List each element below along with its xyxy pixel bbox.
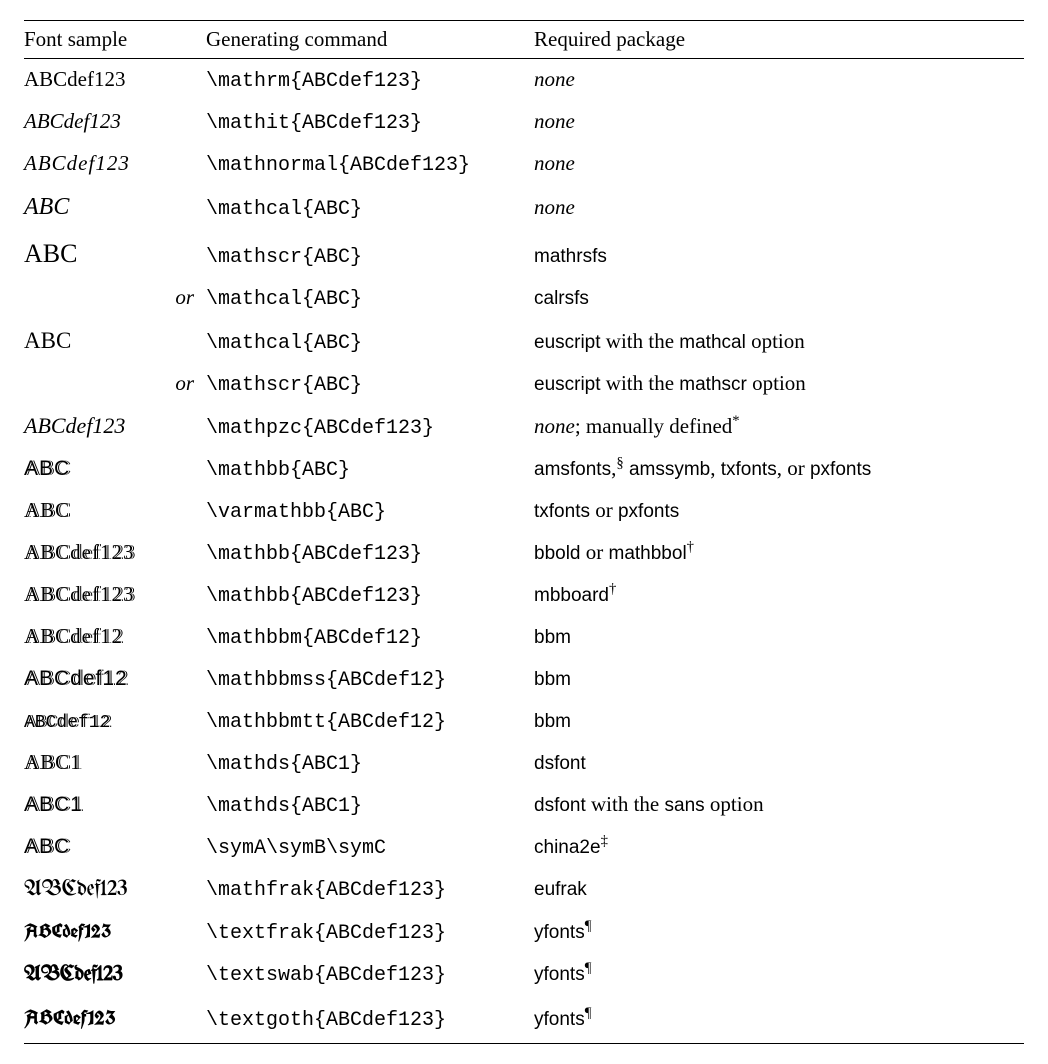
required-package: euscript with the mathscr option <box>534 363 1024 405</box>
font-sample: ABCdef123 <box>24 143 206 185</box>
table-row: ABC1\mathds{ABC1}dsfont with the sans op… <box>24 784 1024 826</box>
required-package: bbold or mathbbol† <box>534 532 1024 574</box>
table-row: ABCdef123\mathfrak{ABCdef123}eufrak <box>24 868 1024 911</box>
table-row: ABCdef123\mathit{ABCdef123}none <box>24 101 1024 143</box>
required-package: txfonts or pxfonts <box>534 490 1024 532</box>
or-label: or <box>24 363 206 405</box>
required-package: mathrsfs <box>534 230 1024 278</box>
generating-command: \mathbbmtt{ABCdef12} <box>206 700 534 742</box>
required-package: amsfonts,§ amssymb, txfonts, or pxfonts <box>534 448 1024 490</box>
required-package: eufrak <box>534 868 1024 911</box>
header-package: Required package <box>534 21 1024 59</box>
font-sample: ABC <box>24 448 206 490</box>
required-package: none <box>534 185 1024 230</box>
font-sample: ABCdef123 <box>24 532 206 574</box>
font-sample: ABC <box>24 826 206 868</box>
table-row: ABCdef123\mathrm{ABCdef123}none <box>24 59 1024 102</box>
required-package: dsfont <box>534 742 1024 784</box>
generating-command: \textswab{ABCdef123} <box>206 953 534 996</box>
generating-command: \textfrak{ABCdef123} <box>206 911 534 953</box>
table-row: or\mathcal{ABC}calrsfs <box>24 277 1024 319</box>
table-row: ABC\varmathbb{ABC}txfonts or pxfonts <box>24 490 1024 532</box>
font-sample: ABC1 <box>24 784 206 826</box>
required-package: euscript with the mathcal option <box>534 319 1024 363</box>
required-package: none <box>534 59 1024 102</box>
generating-command: \textgoth{ABCdef123} <box>206 997 534 1044</box>
font-sample: ABCdef123 <box>24 405 206 448</box>
generating-command: \mathbbmss{ABCdef12} <box>206 658 534 700</box>
font-sample: ABC <box>24 230 206 278</box>
generating-command: \varmathbb{ABC} <box>206 490 534 532</box>
required-package: none <box>534 143 1024 185</box>
font-sample: ABC <box>24 185 206 230</box>
table-row: ABC\mathcal{ABC}none <box>24 185 1024 230</box>
font-sample: ABCdef123 <box>24 911 206 953</box>
generating-command: \mathit{ABCdef123} <box>206 101 534 143</box>
font-sample: ABCdef12 <box>24 616 206 658</box>
required-package: bbm <box>534 616 1024 658</box>
generating-command: \mathfrak{ABCdef123} <box>206 868 534 911</box>
font-sample: ABCdef123 <box>24 101 206 143</box>
required-package: yfonts¶ <box>534 997 1024 1044</box>
required-package: mbboard† <box>534 574 1024 616</box>
generating-command: \mathbb{ABCdef123} <box>206 532 534 574</box>
required-package: dsfont with the sans option <box>534 784 1024 826</box>
generating-command: \symA\symB\symC <box>206 826 534 868</box>
generating-command: \mathnormal{ABCdef123} <box>206 143 534 185</box>
required-package: none <box>534 101 1024 143</box>
font-sample: ABCdef123 <box>24 59 206 102</box>
required-package: none; manually defined* <box>534 405 1024 448</box>
math-alphabets-table: Font sample Generating command Required … <box>24 20 1024 1044</box>
generating-command: \mathcal{ABC} <box>206 185 534 230</box>
generating-command: \mathbb{ABC} <box>206 448 534 490</box>
generating-command: \mathscr{ABC} <box>206 230 534 278</box>
generating-command: \mathbbm{ABCdef12} <box>206 616 534 658</box>
table-row: ABC1\mathds{ABC1}dsfont <box>24 742 1024 784</box>
or-label: or <box>24 277 206 319</box>
generating-command: \mathbb{ABCdef123} <box>206 574 534 616</box>
table-row: ABC\mathscr{ABC}mathrsfs <box>24 230 1024 278</box>
required-package: china2e‡ <box>534 826 1024 868</box>
font-sample: ABC <box>24 319 206 363</box>
header-command: Generating command <box>206 21 534 59</box>
generating-command: \mathds{ABC1} <box>206 784 534 826</box>
generating-command: \mathcal{ABC} <box>206 319 534 363</box>
required-package: bbm <box>534 700 1024 742</box>
generating-command: \mathrm{ABCdef123} <box>206 59 534 102</box>
header-sample: Font sample <box>24 21 206 59</box>
table-row: ABCdef12\mathbbmss{ABCdef12}bbm <box>24 658 1024 700</box>
table-row: ABCdef123\textfrak{ABCdef123}yfonts¶ <box>24 911 1024 953</box>
table-row: ABCdef123\textgoth{ABCdef123}yfonts¶ <box>24 997 1024 1044</box>
required-package: yfonts¶ <box>534 953 1024 996</box>
table-row: ABC\mathbb{ABC}amsfonts,§ amssymb, txfon… <box>24 448 1024 490</box>
required-package: calrsfs <box>534 277 1024 319</box>
generating-command: \mathds{ABC1} <box>206 742 534 784</box>
generating-command: \mathpzc{ABCdef123} <box>206 405 534 448</box>
font-sample: ABCdef123 <box>24 868 206 911</box>
table-row: ABCdef123\mathnormal{ABCdef123}none <box>24 143 1024 185</box>
font-sample: ABCdef123 <box>24 997 206 1044</box>
table-row: ABCdef123\mathbb{ABCdef123}mbboard† <box>24 574 1024 616</box>
required-package: bbm <box>534 658 1024 700</box>
generating-command: \mathcal{ABC} <box>206 277 534 319</box>
table-row: ABC\mathcal{ABC}euscript with the mathca… <box>24 319 1024 363</box>
table-row: ABCdef123\mathpzc{ABCdef123}none; manual… <box>24 405 1024 448</box>
table-row: ABC\symA\symB\symCchina2e‡ <box>24 826 1024 868</box>
generating-command: \mathscr{ABC} <box>206 363 534 405</box>
font-sample: ABCdef12 <box>24 658 206 700</box>
font-sample: ABCdef123 <box>24 574 206 616</box>
font-sample: ABC1 <box>24 742 206 784</box>
table-row: or\mathscr{ABC}euscript with the mathscr… <box>24 363 1024 405</box>
table-row: ABCdef12\mathbbmtt{ABCdef12}bbm <box>24 700 1024 742</box>
font-sample: ABC <box>24 490 206 532</box>
table-body: ABCdef123\mathrm{ABCdef123}noneABCdef123… <box>24 59 1024 1044</box>
font-sample: ABCdef12 <box>24 700 206 742</box>
table-row: ABCdef123\mathbb{ABCdef123}bbold or math… <box>24 532 1024 574</box>
table-row: ABCdef123\textswab{ABCdef123}yfonts¶ <box>24 953 1024 996</box>
font-sample: ABCdef123 <box>24 953 206 996</box>
required-package: yfonts¶ <box>534 911 1024 953</box>
table-row: ABCdef12\mathbbm{ABCdef12}bbm <box>24 616 1024 658</box>
